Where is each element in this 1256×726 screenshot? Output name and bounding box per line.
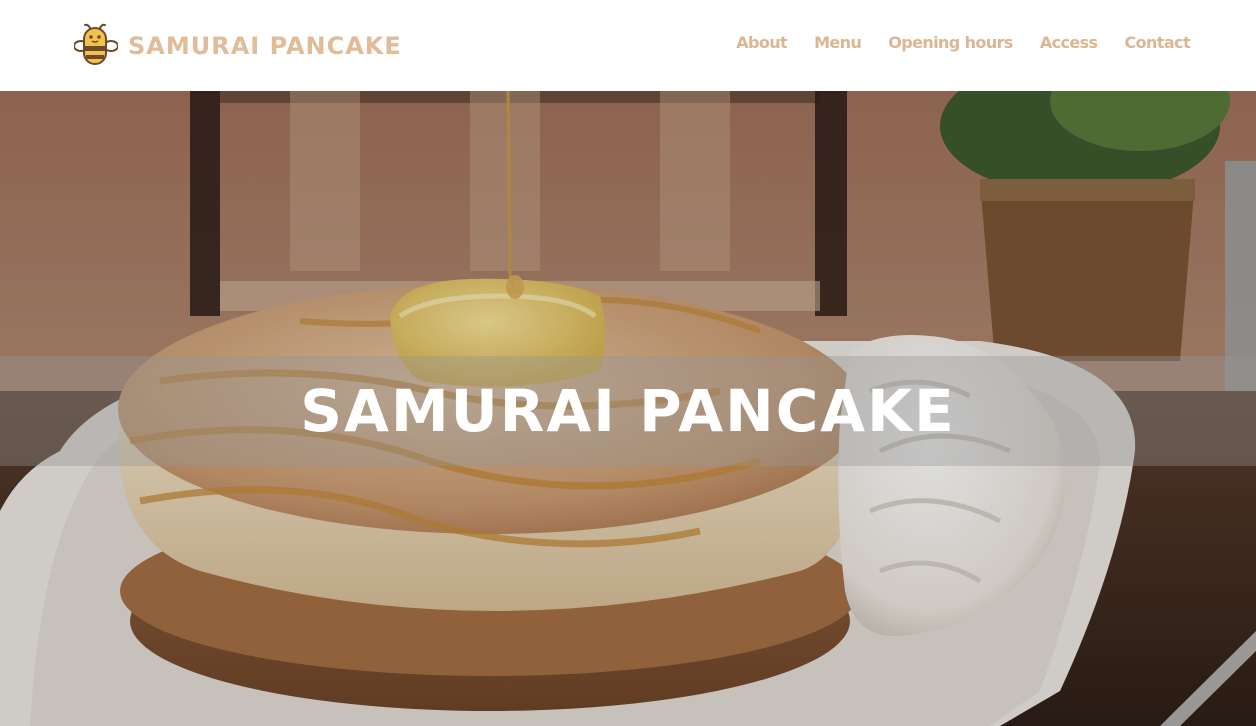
hero-section: SAMURAI PANCAKE [0,91,1256,726]
nav-link-access[interactable]: Access [1040,33,1098,52]
nav-link-about[interactable]: About [736,33,787,52]
hero-title-band: SAMURAI PANCAKE [0,356,1256,466]
main-nav: About Menu Opening hours Access Contact [736,33,1190,52]
nav-link-opening-hours[interactable]: Opening hours [888,33,1013,52]
nav-link-menu[interactable]: Menu [814,33,862,52]
brand-logo-link[interactable]: SAMURAI PANCAKE [73,22,402,70]
nav-link-contact[interactable]: Contact [1124,33,1190,52]
site-header: SAMURAI PANCAKE About Menu Opening hours… [0,0,1256,91]
hero-title: SAMURAI PANCAKE [300,377,956,445]
bee-icon [73,22,119,70]
brand-name: SAMURAI PANCAKE [128,32,402,60]
